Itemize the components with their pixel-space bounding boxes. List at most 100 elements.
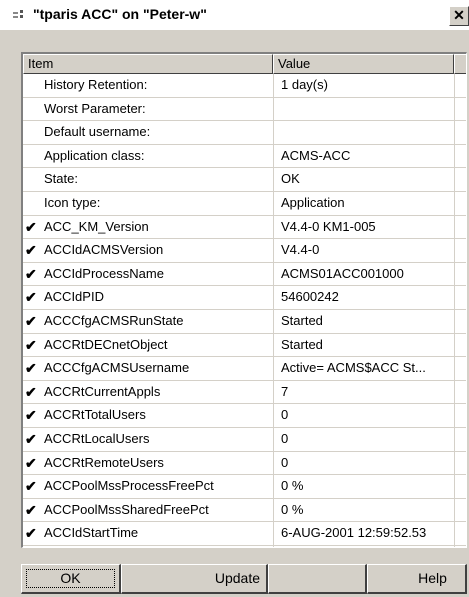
item-value: V4.4-0 (281, 242, 320, 258)
item-name: ACCIdProcessName (44, 265, 164, 281)
item-value: ACMS01ACC001000 (281, 265, 404, 281)
column-divider (273, 215, 274, 239)
item-value: Started (281, 312, 323, 328)
button-bar-spacer (268, 564, 367, 594)
column-divider (454, 191, 455, 215)
list-item[interactable]: ✔ ACCIdProcessName ACMS01ACC001000 (23, 262, 466, 287)
item-name: Application class: (44, 147, 145, 163)
column-divider (273, 427, 274, 451)
list-item[interactable]: State: OK (23, 168, 466, 192)
column-divider (273, 475, 274, 498)
column-divider (454, 451, 455, 475)
checkmark-icon: ✔ (25, 525, 37, 542)
column-header-item[interactable]: Item (23, 54, 273, 74)
column-divider (454, 215, 455, 239)
help-button-label: Help (418, 570, 447, 586)
item-name: ACCIdStartTime (44, 525, 139, 541)
list-item[interactable]: ✔ ACCRtCurrentAppls 7 (23, 380, 466, 405)
list-item[interactable]: ✔ ACCIdStartTime 6-AUG-2001 12:59:52.53 (23, 522, 466, 546)
column-divider (273, 357, 274, 380)
column-divider (454, 144, 455, 168)
list-item[interactable]: Default username: (23, 121, 466, 145)
column-divider (273, 309, 274, 333)
item-name: State: (44, 171, 78, 187)
column-divider (273, 333, 274, 357)
column-divider (273, 74, 274, 97)
item-name: ACCCfgACMSUsername (44, 360, 190, 376)
list-item[interactable]: ✔ ACCRtRemoteUsers 0 (23, 451, 466, 476)
item-value: 0 (281, 454, 289, 470)
ok-button[interactable]: OK (21, 564, 121, 594)
list-item[interactable]: ✔ ACCPoolMssSharedFreePct 0 % (23, 498, 466, 523)
checkmark-icon: ✔ (25, 383, 37, 400)
checkmark-icon: ✔ (25, 336, 37, 353)
list-item[interactable]: Icon type: Application (23, 191, 466, 216)
list-item[interactable]: ✔ ACCRtLocalUsers 0 (23, 427, 466, 452)
column-header-value[interactable]: Value (273, 54, 454, 74)
list-item[interactable]: ✔ ACC_KM_Version V4.4-0 KM1-005 (23, 215, 466, 240)
column-divider (454, 380, 455, 404)
item-value: ACMS-ACC (281, 147, 351, 163)
list-item[interactable]: ✔ACCIdEndTime(null) (23, 545, 466, 547)
column-divider (273, 522, 274, 545)
list-header: Item Value (23, 54, 466, 74)
item-value: V4.4-0 KM1-005 (281, 218, 376, 234)
column-divider (454, 286, 455, 309)
list-item[interactable]: ✔ ACCPoolMssProcessFreePct 0 % (23, 475, 466, 499)
item-name: ACCPoolMssProcessFreePct (44, 478, 214, 494)
item-name: ACCRtRemoteUsers (44, 454, 164, 470)
list-item[interactable]: ✔ ACCRtDECnetObject Started (23, 333, 466, 358)
window-icon (13, 10, 23, 18)
column-divider (454, 475, 455, 498)
item-value: Started (281, 336, 323, 352)
column-divider (273, 286, 274, 309)
item-value: 0 % (281, 501, 304, 517)
item-name: ACCRtTotalUsers (44, 407, 146, 423)
list-item[interactable]: ✔ ACCIdACMSVersion V4.4-0 (23, 239, 466, 263)
item-value: 6-AUG-2001 12:59:52.53 (281, 525, 427, 541)
list-item[interactable]: History Retention: 1 day(s) (23, 74, 466, 98)
item-name: ACCRtCurrentAppls (44, 383, 161, 399)
column-divider (273, 380, 274, 404)
item-name: ACC_KM_Version (44, 218, 149, 234)
item-value: OK (281, 171, 300, 187)
list-item[interactable]: ✔ ACCCfgACMSUsername Active= ACMS$ACC St..… (23, 357, 466, 381)
item-name: ACCRtLocalUsers (44, 430, 150, 446)
close-button[interactable]: ✕ (449, 6, 469, 26)
column-divider (273, 404, 274, 427)
update-button[interactable]: Update (121, 564, 268, 594)
list-item[interactable]: ✔ ACCCfgACMSRunState Started (23, 309, 466, 334)
checkmark-icon: ✔ (25, 360, 37, 377)
focus-rect (26, 569, 115, 588)
properties-list[interactable]: Item Value History Retention: 1 day(s) Wor… (21, 52, 467, 548)
list-item[interactable]: Application class: ACMS-ACC (23, 144, 466, 169)
item-value: 0 (281, 407, 289, 423)
checkmark-icon: ✔ (25, 501, 37, 518)
title-bar[interactable]: "tparis ACC" on "Peter-w" ✕ (0, 0, 469, 30)
list-item[interactable]: ✔ ACCIdPID 54600242 (23, 286, 466, 310)
checkmark-icon: ✔ (25, 218, 37, 235)
list-item[interactable]: ✔ ACCRtTotalUsers 0 (23, 404, 466, 428)
column-divider (273, 451, 274, 475)
item-name: ACCIdPID (44, 289, 104, 305)
column-divider (454, 522, 455, 545)
column-divider (273, 97, 274, 121)
column-divider (454, 121, 455, 144)
dialog-window: "tparis ACC" on "Peter-w" ✕ Item Value H… (0, 0, 469, 597)
help-button[interactable]: Help (367, 564, 467, 594)
column-divider (454, 404, 455, 427)
update-button-label: Update (214, 570, 260, 586)
column-divider (454, 239, 455, 262)
item-value: 7 (281, 383, 289, 399)
column-divider (454, 333, 455, 357)
checkmark-icon: ✔ (25, 407, 37, 424)
column-divider (273, 191, 274, 215)
item-value: Application (281, 194, 345, 210)
item-value: 1 day(s) (281, 77, 328, 92)
column-header-extra[interactable] (454, 54, 466, 74)
checkmark-icon: ✔ (25, 312, 37, 329)
item-name: ACCCfgACMSRunState (44, 312, 184, 328)
column-divider (273, 239, 274, 262)
checkmark-icon: ✔ (25, 265, 37, 282)
list-item[interactable]: Worst Parameter: (23, 97, 466, 122)
